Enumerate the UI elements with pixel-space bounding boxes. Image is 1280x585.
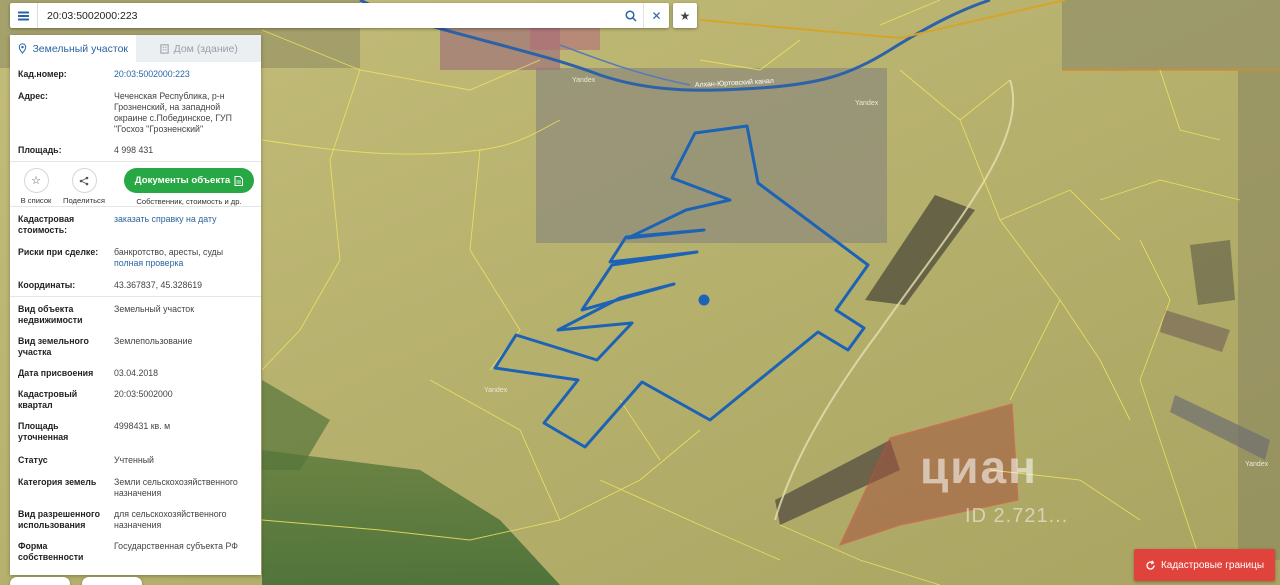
row-ownership: Форма собственности Государственная субъ… [18,531,255,563]
row-object-type: Вид объекта недвижимости Земельный участ… [18,297,255,326]
row-category: Категория земель Земли сельскохозяйствен… [18,466,255,499]
yandex-label: Yandex [855,100,879,107]
area-value: 4 998 431 [114,145,154,155]
star-icon: ★ [679,8,691,23]
precise-area-value: 4998431 кв. м [114,421,171,431]
menu-button[interactable] [10,3,38,28]
docs-button-label: Документы объекта [134,175,231,186]
row-land-type: Вид земельного участка Землепользование [18,326,255,358]
label: Кадастровая стоимость: [18,214,75,235]
document-icon [234,175,244,186]
label: Вид разрешенного использования [18,509,100,530]
docs-caption: Собственник, стоимость и др. [136,197,242,206]
watermark-logo: циан [920,441,1038,493]
label: Адрес: [18,91,48,101]
building-icon [159,44,169,54]
yandex-label: Yandex [484,387,508,394]
assign-date-value: 03.04.2018 [114,368,159,378]
tab-label: Дом (здание) [173,42,238,55]
search-button[interactable] [619,3,643,28]
label: Статус [18,455,48,465]
row-cad-number: Кад.номер: 20:03:5002000:223 [18,62,255,80]
row-risks: Риски при сделке: банкротство, аресты, с… [18,236,255,269]
tab-label: Земельный участок [32,42,129,55]
status-value: Учтенный [114,455,154,465]
close-icon: ✕ [651,8,662,23]
star-outline-icon: ☆ [23,168,49,193]
object-type-value: Земельный участок [114,304,195,314]
label: Вид объекта недвижимости [18,304,83,325]
label: Кад.номер: [18,69,67,79]
bottom-control[interactable] [82,577,142,585]
clear-button[interactable]: ✕ [643,3,669,28]
risks-text: банкротство, аресты, суды [114,247,224,257]
share-icon [71,168,97,193]
row-area: Площадь: 4 998 431 [18,135,255,156]
coords-value: 43.367837, 45.328619 [114,280,203,290]
row-address: Адрес: Чеченская Республика, р-н Грознен… [18,80,255,135]
share-label: Поделиться [63,196,105,205]
permitted-use-value: для сельскохозяйственного назначения [114,509,227,530]
yandex-label: Yandex [572,77,596,84]
bottom-control[interactable] [10,577,70,585]
pin-icon [19,43,27,54]
add-to-list-button[interactable]: ☆ В список [12,168,60,205]
quarter-value: 20:03:5002000 [114,389,173,399]
add-to-list-label: В список [20,196,52,205]
search-bar: ✕ [10,3,669,28]
row-status: Статус Учтенный [18,443,255,466]
label: Площадь: [18,145,62,155]
row-cad-value: Кадастровая стоимость: заказать справку … [18,207,255,236]
risks-value: банкротство, аресты, суды полная проверк… [114,247,255,269]
info-panel: Земельный участок Дом (здание) Кад.номер… [10,35,261,575]
address-value: Чеченская Республика, р-н Грозненский, н… [114,91,232,134]
tab-land-plot[interactable]: Земельный участок [10,35,136,62]
category-value: Земли сельскохозяйственного назначения [114,477,238,498]
land-type-value: Землепользование [114,336,193,346]
label: Риски при сделке: [18,247,99,257]
label: Дата присвоения [18,368,94,378]
label: Координаты: [18,280,76,290]
share-button[interactable]: Поделиться [60,168,108,205]
object-documents-button[interactable]: Документы объекта [124,168,254,193]
label: Вид земельного участка [18,336,89,357]
tab-building[interactable]: Дом (здание) [135,35,261,62]
action-bar: ☆ В список Поделиться Документы объекта … [10,162,261,206]
row-precise-area: Площадь уточненная 4998431 кв. м [18,411,255,443]
hamburger-icon [18,14,29,17]
row-quarter: Кадастровый квартал 20:03:5002000 [18,379,255,411]
search-icon [625,9,637,22]
row-assign-date: Дата присвоения 03.04.2018 [18,358,255,379]
cadastral-button-label: Кадастровые границы [1160,559,1265,571]
row-coords: Координаты: 43.367837, 45.328619 [18,269,255,291]
cadastral-boundaries-button[interactable]: Кадастровые границы [1134,549,1275,581]
search-input[interactable] [38,4,619,27]
yandex-label: Yandex [1245,461,1269,468]
ownership-value: Государственная субъекта РФ [114,541,238,551]
label: Форма собственности [18,541,84,562]
label: Категория земель [18,477,97,487]
watermark-id: ID 2.721... [965,505,1069,527]
full-check-link[interactable]: полная проверка [114,258,255,269]
label: Кадастровый квартал [18,389,78,410]
tabs: Земельный участок Дом (здание) [10,35,261,62]
favorites-button[interactable]: ★ [673,3,697,28]
cad-number-link[interactable]: 20:03:5002000:223 [114,69,255,80]
docs-block: Документы объекта Собственник, стоимость… [124,168,254,206]
label: Площадь уточненная [18,421,69,442]
overlay-tile [536,68,887,243]
parcel-center-marker [698,294,710,306]
order-certificate-link[interactable]: заказать справку на дату [114,214,255,236]
refresh-icon [1146,559,1155,570]
row-permitted-use: Вид разрешенного использования для сельс… [18,499,255,531]
